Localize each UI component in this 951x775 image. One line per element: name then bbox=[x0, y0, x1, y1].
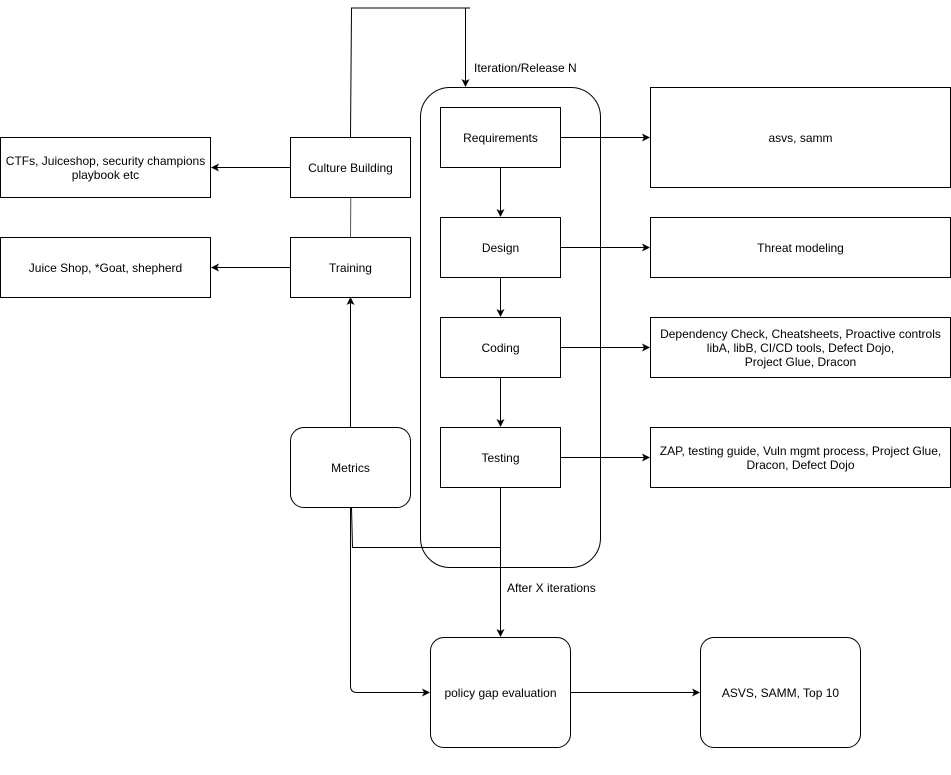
metrics-node[interactable]: Metrics bbox=[290, 427, 411, 508]
coding-node[interactable]: Coding bbox=[440, 317, 561, 378]
requirements-tools-node[interactable]: asvs, samm bbox=[650, 87, 951, 188]
culture-tools-label: CTFs, Juiceshop, security champions play… bbox=[5, 153, 206, 182]
after-iterations-label: After X iterations bbox=[507, 581, 596, 595]
policy-gap-label: policy gap evaluation bbox=[444, 685, 557, 700]
requirements-node[interactable]: Requirements bbox=[440, 107, 561, 168]
edge-metrics-policy bbox=[350, 507, 430, 697]
training-tools-node[interactable]: Juice Shop, *Goat, shepherd bbox=[0, 237, 211, 298]
culture-building-label: Culture Building bbox=[308, 160, 393, 175]
culture-building-node[interactable]: Culture Building bbox=[290, 137, 411, 198]
requirements-label: Requirements bbox=[463, 130, 538, 145]
training-node[interactable]: Training bbox=[290, 237, 411, 298]
policy-gap-node[interactable]: policy gap evaluation bbox=[430, 637, 571, 748]
culture-tools-node[interactable]: CTFs, Juiceshop, security champions play… bbox=[0, 137, 211, 198]
testing-tools-node[interactable]: ZAP, testing guide, Vuln mgmt process, P… bbox=[650, 427, 951, 488]
design-tools-node[interactable]: Threat modeling bbox=[650, 217, 951, 278]
design-tools-label: Threat modeling bbox=[757, 240, 844, 255]
design-label: Design bbox=[481, 240, 520, 255]
iteration-label: Iteration/Release N bbox=[474, 61, 577, 75]
standards-label: ASVS, SAMM, Top 10 bbox=[721, 685, 840, 700]
coding-tools-node[interactable]: Dependency Check, Cheatsheets, Proactive… bbox=[650, 317, 951, 378]
testing-node[interactable]: Testing bbox=[440, 427, 561, 488]
coding-tools-label: Dependency Check, Cheatsheets, Proactive… bbox=[660, 326, 941, 369]
metrics-label: Metrics bbox=[331, 460, 370, 475]
testing-label: Testing bbox=[481, 450, 520, 465]
testing-tools-label: ZAP, testing guide, Vuln mgmt process, P… bbox=[659, 443, 942, 472]
design-node[interactable]: Design bbox=[440, 217, 561, 278]
requirements-tools-label: asvs, samm bbox=[768, 130, 833, 145]
training-label: Training bbox=[329, 260, 372, 275]
training-tools-label: Juice Shop, *Goat, shepherd bbox=[28, 260, 183, 275]
standards-node[interactable]: ASVS, SAMM, Top 10 bbox=[700, 637, 861, 748]
coding-label: Coding bbox=[481, 340, 520, 355]
